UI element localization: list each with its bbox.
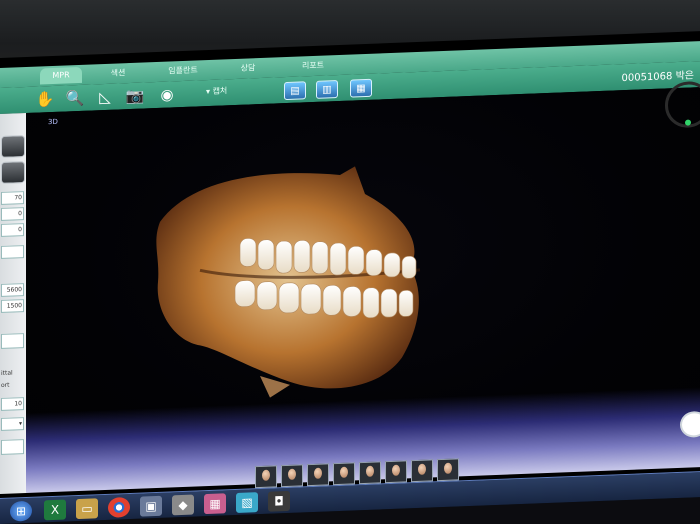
value-field[interactable]: 5600 [1, 283, 24, 297]
view-label: 3D [48, 117, 58, 127]
capture-icon[interactable]: ◉ [156, 84, 178, 105]
tab-mpr[interactable]: MPR [40, 66, 82, 85]
value-field[interactable]: 0 [1, 207, 24, 221]
face-preview-icon [340, 466, 348, 478]
zoom-icon[interactable]: 🔍 [64, 88, 86, 109]
view-preset-thumbnail[interactable] [333, 462, 355, 486]
layout-icon[interactable]: ▤ [284, 81, 306, 101]
face-preview-icon [418, 463, 426, 475]
view-preset-thumbnail[interactable] [307, 463, 329, 487]
view-preset-thumbnail[interactable] [385, 460, 407, 484]
view-preset-thumbnail[interactable] [281, 464, 303, 488]
value-field[interactable]: 10 [1, 397, 24, 411]
face-preview-icon [366, 465, 374, 477]
view-preset-button[interactable] [1, 135, 25, 158]
face-preview-icon [262, 469, 270, 481]
face-preview-icon [444, 462, 452, 474]
app-icon[interactable]: ▣ [140, 495, 162, 517]
layout-icon[interactable]: ▥ [316, 80, 338, 99]
folder-icon[interactable]: ▭ [76, 498, 98, 520]
side-label: ort [1, 381, 10, 389]
value-field[interactable]: 70 [1, 191, 24, 205]
option-button[interactable] [1, 439, 24, 455]
app-icon[interactable]: ▧ [236, 492, 258, 513]
app-icon[interactable]: ▦ [204, 493, 226, 515]
start-orb-icon[interactable]: ⊞ [10, 500, 32, 522]
application-screen: MPR 색션 임플란트 상담 리포트 ✋ 🔍 ◺ 📷 ◉ ▾ 캡처 ▤ ▥ ▦ … [0, 31, 700, 524]
value-field[interactable]: 1500 [1, 299, 24, 313]
hand-icon[interactable]: ✋ [34, 89, 56, 110]
angle-icon[interactable]: ◺ [94, 87, 116, 108]
camera-icon[interactable]: 📷 [124, 85, 146, 106]
app-icon[interactable]: ◆ [172, 494, 194, 516]
view-preset-thumbnail[interactable] [359, 461, 381, 485]
value-field[interactable]: 0 [1, 223, 24, 237]
face-preview-icon [314, 467, 322, 479]
patient-name: 박은 [675, 70, 694, 83]
app-icon[interactable]: ◘ [268, 490, 290, 512]
option-button[interactable] [1, 333, 24, 349]
left-control-panel: 70 0 0 5600 1500 ittal ort 10 ▾ [0, 112, 27, 494]
view-preset-thumbnail[interactable] [437, 458, 459, 482]
capture-dropdown[interactable]: ▾ 캡처 [206, 85, 227, 97]
face-preview-icon [392, 464, 400, 476]
view-preset-thumbnail[interactable] [411, 459, 433, 483]
slider-track[interactable] [1, 245, 24, 259]
tab-consult[interactable]: 상담 [228, 60, 268, 78]
chat-bubble-icon[interactable] [680, 410, 700, 438]
case-number: 00051068 [621, 71, 673, 85]
layout-icon[interactable]: ▦ [350, 78, 372, 98]
skull-view-icon[interactable] [1, 161, 25, 184]
side-label: ittal [1, 369, 13, 377]
dropdown-field[interactable]: ▾ [1, 417, 24, 431]
tab-section[interactable]: 색션 [98, 65, 138, 83]
tab-implant[interactable]: 임플란트 [158, 62, 208, 80]
tab-report[interactable]: 리포트 [290, 57, 336, 75]
excel-icon[interactable]: X [44, 499, 66, 521]
jaw-3d-render [156, 166, 421, 398]
chrome-icon[interactable] [108, 497, 130, 518]
capture-dropdown-label: 캡처 [212, 86, 228, 96]
face-preview-icon [288, 468, 296, 480]
view-preset-thumbnail[interactable] [255, 465, 277, 489]
